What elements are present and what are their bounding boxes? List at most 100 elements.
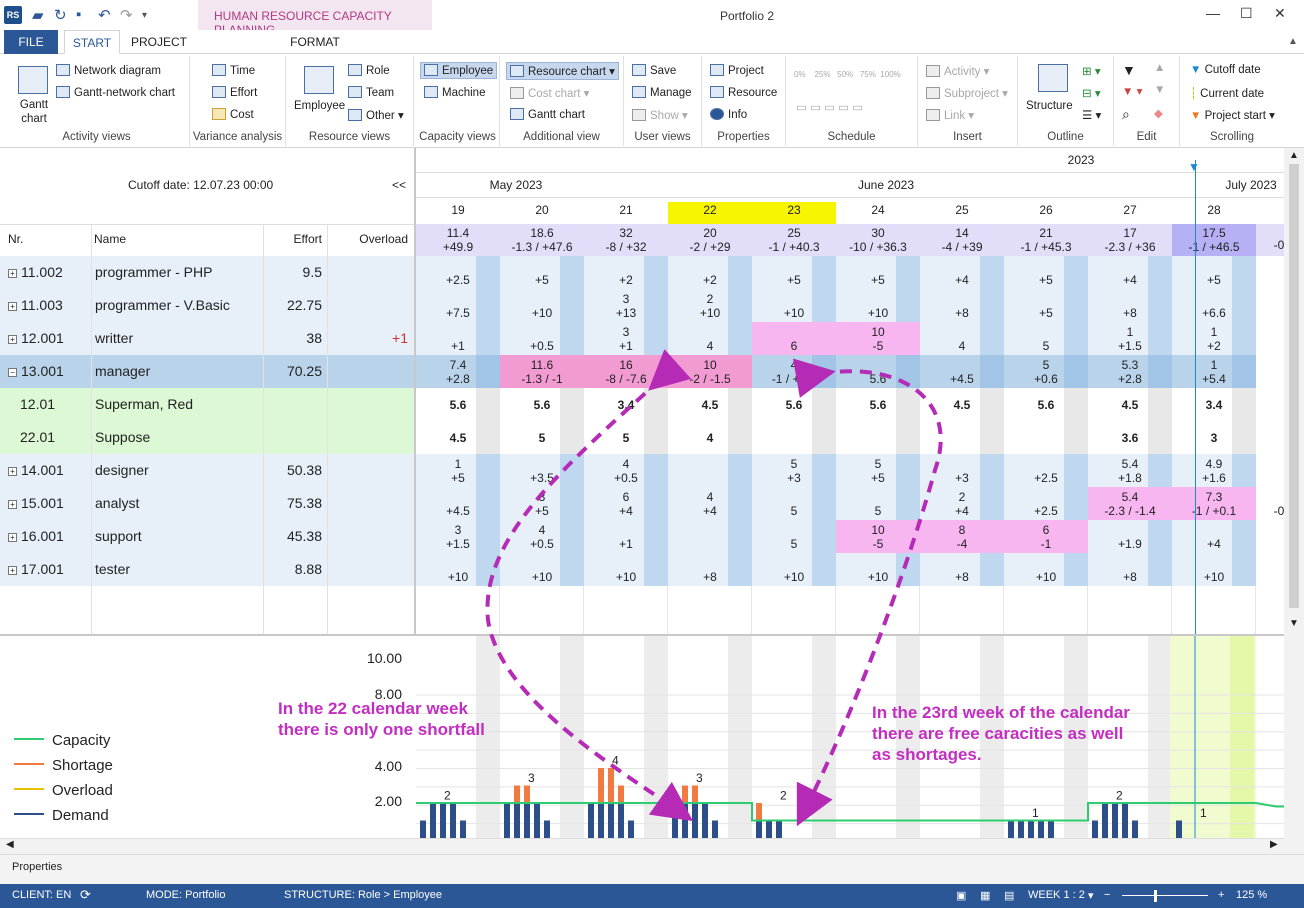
cell-value[interactable]: 3.6 xyxy=(1088,431,1172,445)
customize-qat-icon[interactable]: ▾ xyxy=(142,10,147,21)
cell-value[interactable]: 5 xyxy=(752,457,836,471)
cell-value[interactable]: +2.8 xyxy=(416,372,500,386)
cell-value[interactable]: 4.5 xyxy=(416,431,500,445)
cell-value[interactable]: 3 xyxy=(584,325,668,339)
cell-value[interactable]: +8 xyxy=(920,306,1004,320)
cell-value[interactable]: 2 xyxy=(668,292,752,306)
cell-value[interactable]: 8 xyxy=(920,523,1004,537)
cell-value[interactable]: +8 xyxy=(1088,306,1172,320)
cell-value[interactable]: +10 xyxy=(500,570,584,584)
cell-value[interactable]: 6 xyxy=(584,490,668,504)
scroll-right-icon[interactable]: ▶ xyxy=(1270,839,1278,850)
cell-value[interactable]: +10 xyxy=(1004,570,1088,584)
eraser-icon[interactable]: ◆ xyxy=(1154,106,1163,120)
cell-value[interactable]: +5 xyxy=(752,273,836,287)
cutoff-date-button[interactable]: ▼ Cutoff date xyxy=(1190,64,1261,76)
cell-value[interactable]: 4.5 xyxy=(668,398,752,412)
cell-value[interactable]: 3.4 xyxy=(584,398,668,412)
week-header[interactable]: 25 xyxy=(920,202,1004,224)
cell-value[interactable]: +0.5 xyxy=(500,339,584,353)
cell-value[interactable]: +4 xyxy=(920,273,1004,287)
cell-value[interactable]: +5 xyxy=(500,504,584,518)
cell-value[interactable]: -2.3 / -1.4 xyxy=(1088,504,1172,518)
cell-value[interactable]: -1 xyxy=(1004,537,1088,551)
cell-value[interactable]: 5.6 xyxy=(416,398,500,412)
week-header[interactable]: 21 xyxy=(584,202,668,224)
cell-value[interactable]: +5 xyxy=(836,471,920,485)
week-header[interactable]: 26 xyxy=(1004,202,1088,224)
cutoff-marker-icon[interactable]: ▼ xyxy=(1188,160,1200,174)
resource-chart-button[interactable]: Resource chart ▾ xyxy=(506,62,619,80)
network-diagram-button[interactable]: Network diagram xyxy=(56,64,161,77)
cell-value[interactable]: 1 xyxy=(1172,325,1256,339)
close-icon[interactable]: ✕ xyxy=(1274,5,1286,22)
table-row[interactable]: +17.001 tester 8.88 xyxy=(0,553,414,586)
cell-value[interactable]: 4 xyxy=(752,358,836,372)
cell-value[interactable]: 10 xyxy=(836,325,920,339)
cell-value[interactable]: +5 xyxy=(836,273,920,287)
cell-value[interactable]: +5 xyxy=(1004,306,1088,320)
cell-value[interactable]: 6 xyxy=(1004,523,1088,537)
cell-value[interactable]: 5 xyxy=(836,504,920,518)
cell-value[interactable]: 5 xyxy=(836,457,920,471)
ribbon-collapse-icon[interactable]: ▲ xyxy=(1288,36,1298,47)
info-button[interactable]: Info xyxy=(710,108,747,121)
open-icon[interactable]: ▰ xyxy=(32,6,44,24)
cell-value[interactable]: +1 xyxy=(584,339,668,353)
insert-activity-button[interactable]: Activity ▾ xyxy=(926,64,989,78)
scroll-up-icon[interactable]: ▲ xyxy=(1289,150,1299,161)
cell-value[interactable]: +1.6 xyxy=(1172,471,1256,485)
tab-file[interactable]: FILE xyxy=(4,30,58,54)
cell-value[interactable]: +2.8 xyxy=(1088,372,1172,386)
zoom-in-icon[interactable]: + xyxy=(1218,889,1224,901)
cell-value[interactable]: 5 xyxy=(1004,339,1088,353)
cell-value[interactable]: +10 xyxy=(752,570,836,584)
project-start-button[interactable]: ▼ Project start ▾ xyxy=(1190,108,1275,122)
cell-value[interactable]: +5 xyxy=(416,471,500,485)
cell-value[interactable]: 5.6 xyxy=(752,398,836,412)
move-up-icon[interactable]: ▲ xyxy=(1154,62,1165,74)
cell-value[interactable]: -5 xyxy=(836,339,920,353)
tab-format[interactable]: FORMAT xyxy=(260,30,370,54)
cell-value[interactable]: +1.5 xyxy=(416,537,500,551)
expand-icon[interactable]: + xyxy=(8,500,17,509)
expand-icon[interactable]: + xyxy=(8,269,17,278)
cell-value[interactable]: +10 xyxy=(500,306,584,320)
refresh-icon[interactable]: ↻ xyxy=(54,6,67,24)
cell-value[interactable]: +2 xyxy=(668,273,752,287)
cell-value[interactable]: +0.5 xyxy=(584,471,668,485)
cell-value[interactable]: +3.5 xyxy=(500,471,584,485)
cell-value[interactable]: 7.4 xyxy=(416,358,500,372)
cell-value[interactable]: -1 / +0.1 xyxy=(1172,504,1256,518)
move-down-icon[interactable]: ▼ xyxy=(1154,84,1165,96)
schedule-percent-buttons[interactable]: 0% 25% 50% 75% 100% xyxy=(794,70,901,79)
cell-value[interactable]: 5 xyxy=(500,431,584,445)
cell-value[interactable]: 5.6 xyxy=(500,398,584,412)
collapse-pane-button[interactable]: << xyxy=(392,178,406,192)
sync-icon[interactable]: ⟳ xyxy=(80,887,91,903)
table-row[interactable]: +12.001 writter 38 +1 xyxy=(0,322,414,355)
table-row[interactable]: 12.01 Superman, Red xyxy=(0,388,414,421)
cell-value[interactable]: -4 xyxy=(920,537,1004,551)
week-header[interactable]: 24 xyxy=(836,202,920,224)
cell-value[interactable]: +4 xyxy=(1088,273,1172,287)
cell-value[interactable]: +10 xyxy=(584,570,668,584)
time-button[interactable]: Time xyxy=(212,64,255,77)
week-header[interactable]: 22 xyxy=(668,202,752,224)
undo-icon[interactable]: ↶ xyxy=(98,6,111,24)
cell-value[interactable]: +2 xyxy=(1172,339,1256,353)
cell-value[interactable]: +4 xyxy=(920,504,1004,518)
redo-icon[interactable]: ↷ xyxy=(120,6,133,24)
cell-value[interactable]: 4 xyxy=(500,523,584,537)
cell-value[interactable]: +5.4 xyxy=(1172,372,1256,386)
cell-value[interactable]: +4 xyxy=(584,504,668,518)
manage-view-button[interactable]: Manage xyxy=(632,86,692,99)
properties-panel-tab[interactable]: Properties xyxy=(0,854,1304,884)
find-icon[interactable]: ⌕ xyxy=(1122,106,1130,123)
team-button[interactable]: Team xyxy=(348,86,394,99)
cell-value[interactable]: +10 xyxy=(416,570,500,584)
cell-value[interactable]: +1.8 xyxy=(1088,471,1172,485)
cell-value[interactable]: +5 xyxy=(1004,273,1088,287)
gantt-chart-small-button[interactable]: Gantt chart xyxy=(510,108,585,121)
cell-value[interactable]: +4 xyxy=(668,504,752,518)
